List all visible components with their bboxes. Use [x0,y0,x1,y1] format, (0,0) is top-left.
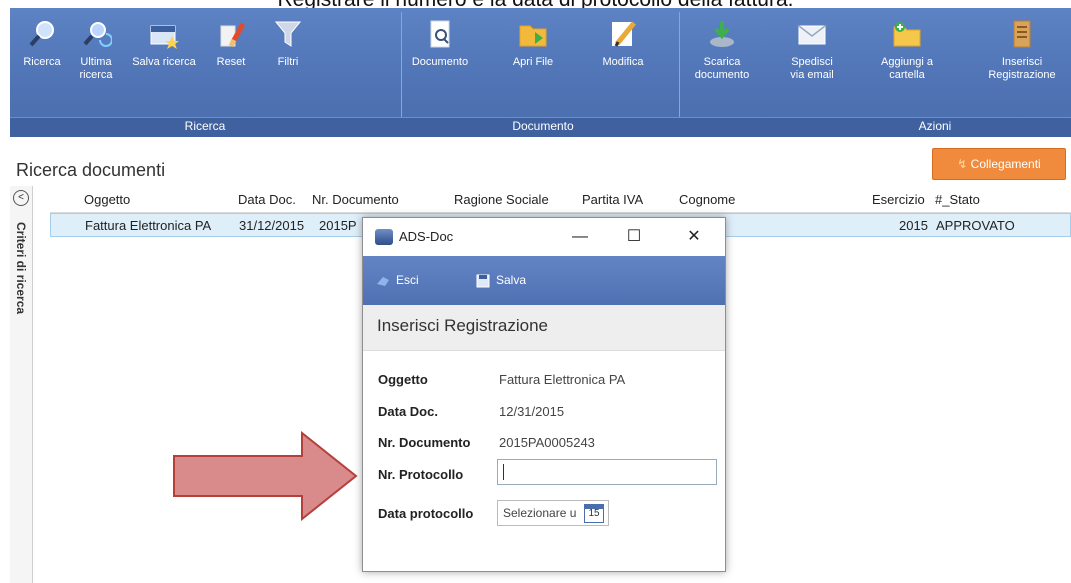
email-icon [798,25,826,45]
search-icon [29,21,54,47]
cell-nr-documento: 2015P [319,218,357,233]
download-icon [710,21,734,47]
filtri-button[interactable]: Filtri [268,8,308,69]
nr-documento-value: 2015PA0005243 [499,435,595,450]
salva-button[interactable]: Salva [475,273,526,288]
add-folder-icon [893,22,921,47]
data-protocollo-placeholder: Selezionare u [503,506,577,520]
collegamenti-label: Collegamenti [970,157,1041,171]
scarica-documento-button[interactable]: Scarica documento [686,8,758,82]
nr-protocollo-input[interactable] [497,459,717,485]
dialog-subtitle-bar: Inserisci Registrazione [363,305,725,351]
oggetto-value: Fattura Elettronica PA [499,372,626,387]
salva-label: Salva [496,273,527,287]
data-protocollo-picker[interactable]: Selezionare u 15 [497,500,609,526]
grid-header: Oggetto Data Doc. Nr. Documento Ragione … [50,188,1071,213]
group-label-documento: Documento [512,119,574,133]
dialog-title: ADS-Doc [399,229,454,244]
search-criteria-sidebar[interactable]: < Criteri di ricerca [10,186,33,583]
register-icon [1013,20,1031,48]
ultima-ricerca-label: Ultima ricerca [79,56,113,81]
nr-protocollo-label: Nr. Protocollo [378,467,464,482]
ultima-ricerca-button[interactable]: Ultima ricerca [70,8,122,82]
search-criteria-label: Criteri di ricerca [14,222,28,315]
ricerca-button[interactable]: Ricerca [22,8,62,69]
reset-label: Reset [216,56,246,68]
dialog-titlebar[interactable]: ADS-Doc — ☐ ✕ [363,218,725,256]
modifica-label: Modifica [602,56,644,68]
link-icon: ↯ [957,157,971,171]
col-partita-iva[interactable]: Partita IVA [582,192,643,207]
collapse-chevron-icon[interactable]: < [13,190,29,206]
col-ragione-sociale[interactable]: Ragione Sociale [454,192,549,207]
inserisci-registrazione-label: Inserisci Registrazione [988,56,1056,81]
inserisci-registrazione-button[interactable]: Inserisci Registrazione [980,8,1064,82]
collegamenti-button[interactable]: ↯ Collegamenti [932,148,1066,180]
maximize-button[interactable]: ☐ [619,224,649,250]
eraser-icon [220,22,246,48]
data-protocollo-label: Data protocollo [378,506,474,521]
col-oggetto[interactable]: Oggetto [84,192,130,207]
modifica-button[interactable]: Modifica [593,8,653,69]
col-esercizio[interactable]: Esercizio [872,192,925,207]
documento-button[interactable]: Documento [408,8,472,69]
group-label-azioni: Azioni [918,119,952,133]
apri-file-label: Apri File [512,56,554,68]
inserisci-registrazione-dialog: ADS-Doc — ☐ ✕ Esci Salva Inserisci Regis… [362,217,726,572]
oggetto-label: Oggetto [378,372,428,387]
spedisci-email-label: Spedisci via email [790,56,834,81]
salva-ricerca-label: Salva ricerca [132,56,196,68]
salva-ricerca-button[interactable]: Salva ricerca [124,8,204,69]
apri-file-button[interactable]: Apri File [504,8,562,69]
aggiungi-cartella-button[interactable]: Aggiungi a cartella [878,8,936,82]
reset-button[interactable]: Reset [206,8,256,69]
page-title: Ricerca documenti [16,160,166,180]
last-search-icon [83,22,112,47]
documento-label: Documento [411,56,469,68]
calendar-icon[interactable]: 15 [584,504,604,523]
ribbon: Ricerca Ultima ricerca Salva ricerca Res… [10,8,1071,137]
cell-esercizio: 2015 [899,218,928,233]
text-caret [503,464,504,480]
spedisci-email-button[interactable]: Spedisci via email [782,8,842,82]
aggiungi-cartella-label: Aggiungi a cartella [881,56,933,81]
data-doc-label: Data Doc. [378,404,438,419]
col-data-doc[interactable]: Data Doc. [238,192,296,207]
minimize-button[interactable]: — [565,224,595,250]
close-button[interactable]: ✕ [679,224,709,250]
app-icon [375,229,393,245]
folder-icon [519,25,547,47]
group-label-ricerca: Ricerca [184,119,226,133]
cell-oggetto: Fattura Elettronica PA [85,218,212,233]
ribbon-group-bar: Ricerca Documento Azioni [10,117,1071,137]
document-icon [430,20,450,48]
esci-button[interactable]: Esci [375,273,419,288]
save-icon [476,274,490,288]
nr-documento-label: Nr. Documento [378,435,471,450]
exit-icon [377,276,389,286]
esci-label: Esci [396,273,419,287]
col-stato[interactable]: #_Stato [935,192,980,207]
cell-stato: APPROVATO [936,218,1015,233]
pointer-arrow [173,431,358,521]
filtri-label: Filtri [277,56,299,68]
data-doc-value: 12/31/2015 [499,404,565,419]
cell-data-doc: 31/12/2015 [239,218,305,233]
save-search-icon [150,25,179,49]
col-cognome[interactable]: Cognome [679,192,735,207]
dialog-toolbar: Esci Salva [363,256,725,305]
ricerca-label: Ricerca [23,56,61,68]
filter-icon [274,21,302,47]
col-nr-documento[interactable]: Nr. Documento [312,192,399,207]
pencil-icon [612,21,636,47]
scarica-documento-label: Scarica documento [694,56,750,81]
dialog-subtitle: Inserisci Registrazione [377,316,549,335]
